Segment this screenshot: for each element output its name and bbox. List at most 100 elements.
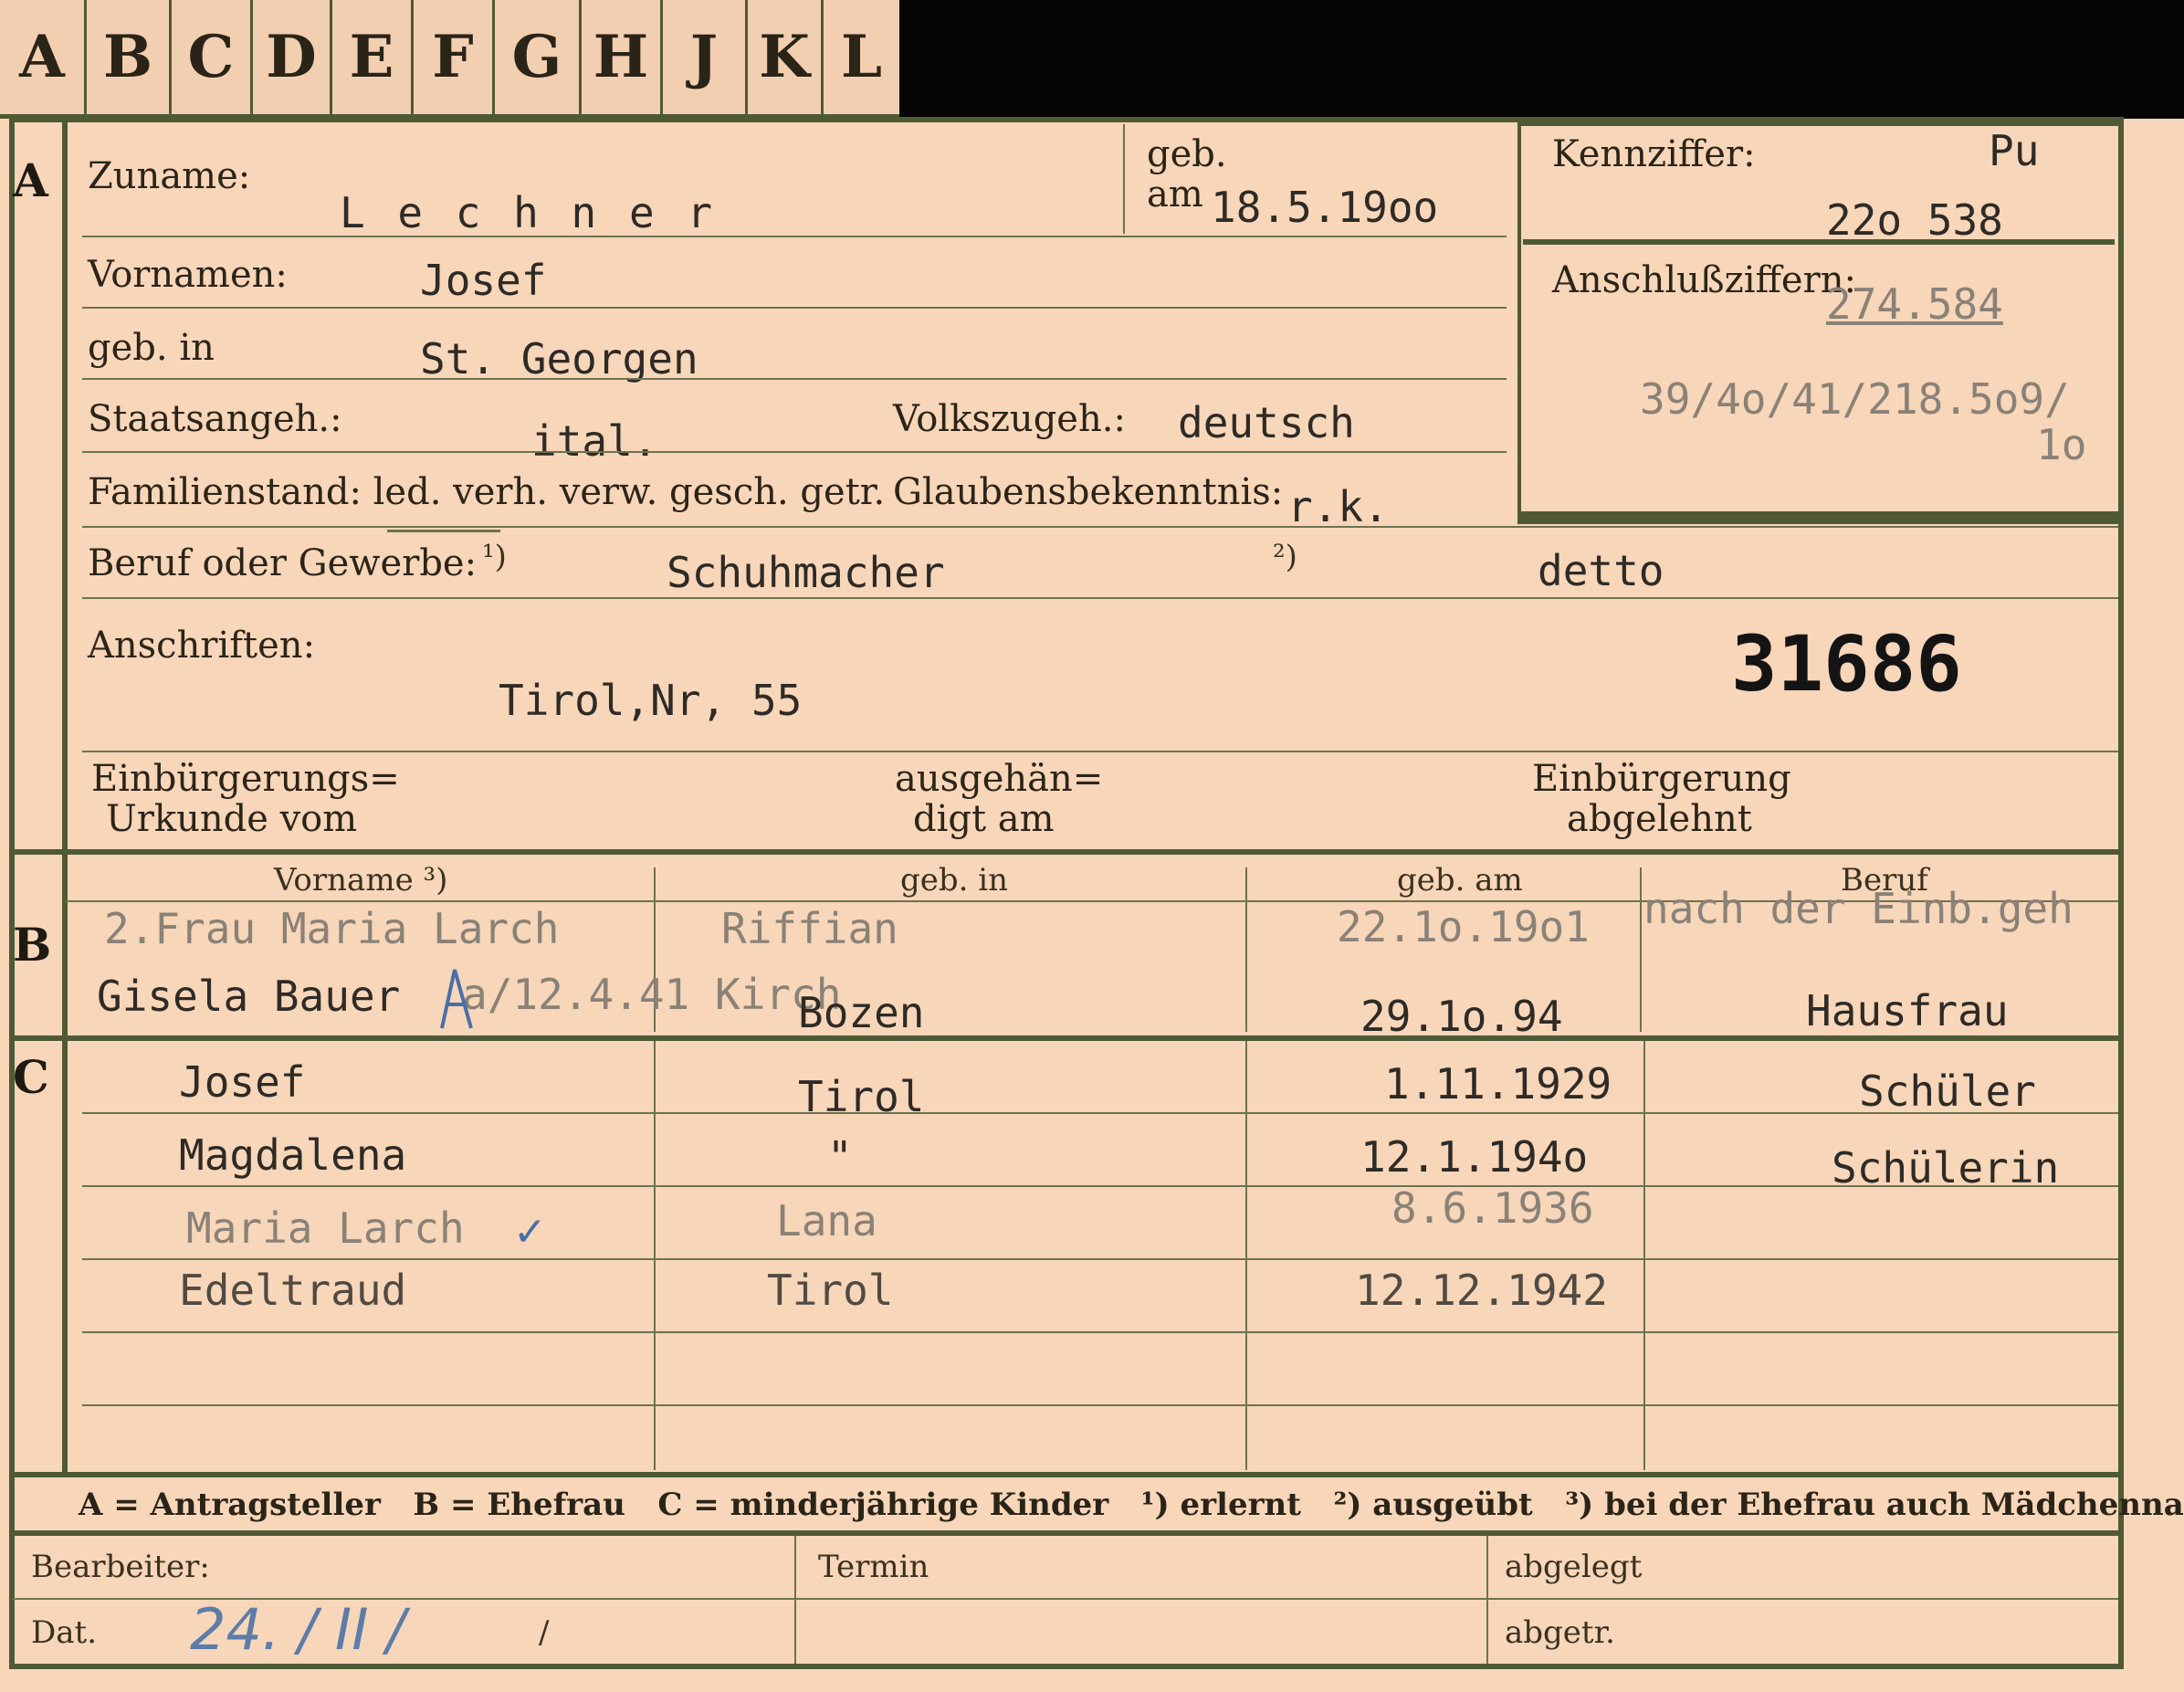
child-1-name: Josef xyxy=(179,1057,306,1107)
marital-status-underline xyxy=(387,530,500,532)
blue-tick-icon: ✓ xyxy=(513,1209,547,1256)
index-tabs: A B C D E F G H J K L xyxy=(0,0,899,119)
children-rule-2 xyxy=(82,1185,2118,1187)
occupation-label: Beruf oder Gewerbe: xyxy=(88,542,478,584)
spouse-2-birth-date: 29.1o.94 xyxy=(1360,992,1563,1041)
kennziffer-number: 22o 538 xyxy=(1826,195,2003,245)
kennziffer-code: Pu xyxy=(1989,126,2040,175)
child-4-birth-place: Tirol xyxy=(767,1266,894,1315)
legend-text: A = Antragsteller B = Ehefrau C = minder… xyxy=(79,1487,2184,1523)
tab-k[interactable]: K xyxy=(748,0,824,114)
surname-label: Zuname: xyxy=(88,155,251,197)
col-header-first-name: Vorname ³) xyxy=(274,862,448,899)
birth-date-value: 18.5.19oo xyxy=(1211,183,1439,232)
tab-d[interactable]: D xyxy=(253,0,332,114)
spouse-2-name: Gisela Bauer xyxy=(97,972,401,1021)
spouse-2-occupation: Hausfrau xyxy=(1806,986,2009,1035)
tab-h[interactable]: H xyxy=(582,0,663,114)
anschluss-value-1: 274.584 xyxy=(1826,279,2003,329)
spouse-2-overtype: a/12.4.41 Kirch xyxy=(462,970,842,1019)
spouse-1-birth-place: Riffian xyxy=(721,904,898,953)
naturalization-denied-label-2: abgelehnt xyxy=(1567,798,1752,840)
footnote-1-mark: ¹) xyxy=(482,539,507,575)
section-a-label: A xyxy=(13,153,48,207)
frame-right xyxy=(2118,117,2124,1669)
child-4-birth-date: 12.12.1942 xyxy=(1355,1266,1608,1315)
section-b-top-rule xyxy=(9,849,2120,855)
naturalization-denied-label-1: Einbürgerung xyxy=(1532,758,1791,800)
child-1-occupation: Schüler xyxy=(1859,1067,2036,1116)
section-c-label: C xyxy=(13,1050,49,1104)
tab-f[interactable]: F xyxy=(414,0,495,114)
section-column-divider xyxy=(62,117,68,1477)
blue-check-mark-icon xyxy=(438,964,475,1030)
naturalization-cert-label-2: Urkunde vom xyxy=(106,798,358,840)
footer-divider-2 xyxy=(1486,1536,1488,1664)
footer-divider-1 xyxy=(794,1536,796,1664)
child-4-name: Edeltraud xyxy=(179,1266,407,1315)
child-1-birth-place: Tirol xyxy=(798,1072,925,1121)
legend-bottom-rule xyxy=(9,1530,2120,1536)
anschluss-label: Anschlußziffern: xyxy=(1552,259,1856,301)
anschluss-value-2: 39/4o/41/218.5o9/ xyxy=(1640,374,2070,424)
birth-place-value: St. Georgen xyxy=(420,334,698,384)
child-1-birth-date: 1.11.1929 xyxy=(1384,1059,1612,1109)
child-3-birth-date: 8.6.1936 xyxy=(1391,1183,1594,1233)
child-3-name: Maria Larch xyxy=(186,1203,465,1253)
surname-value: L e c h n e r xyxy=(340,188,717,237)
first-names-label: Vornamen: xyxy=(88,254,288,296)
tab-a[interactable]: A xyxy=(0,0,87,114)
spouse-col-divider-2 xyxy=(1245,867,1247,1032)
children-rule-4 xyxy=(82,1331,2118,1333)
footnote-2-mark: ²) xyxy=(1273,539,1297,575)
spouse-2-birth-place: Bozen xyxy=(798,988,925,1037)
spouse-1-occupation: nach der Einb.geh xyxy=(1643,884,2074,933)
child-2-name: Magdalena xyxy=(179,1130,407,1180)
child-2-birth-date: 12.1.194o xyxy=(1360,1132,1589,1182)
rule-row1 xyxy=(82,236,1507,237)
citizenship-label: Staatsangeh.: xyxy=(88,398,342,440)
religion-label: Glaubensbekenntnis: xyxy=(893,471,1284,513)
col-header-birth-date: geb. am xyxy=(1397,862,1523,899)
child-2-occupation: Schülerin xyxy=(1832,1143,2060,1193)
tab-b[interactable]: B xyxy=(87,0,172,114)
child-2-birth-place: " xyxy=(827,1132,853,1182)
child-3-birth-place: Lana xyxy=(776,1196,877,1245)
handed-out-label-1: ausgehän= xyxy=(895,758,1104,800)
children-rule-1 xyxy=(82,1112,2118,1114)
spouse-1-birth-date: 22.1o.19o1 xyxy=(1337,902,1590,951)
first-names-value: Josef xyxy=(420,256,547,305)
deadline-label: Termin xyxy=(818,1549,929,1585)
section-c-top-rule xyxy=(9,1035,2120,1041)
birth-place-label: geb. in xyxy=(88,327,215,369)
rule-row6 xyxy=(82,597,2118,599)
frame-bottom xyxy=(9,1664,2124,1669)
separated-label: abgetr. xyxy=(1505,1614,1615,1651)
processor-label: Bearbeiter: xyxy=(31,1549,210,1585)
tab-j[interactable]: J xyxy=(663,0,748,114)
children-rule-5 xyxy=(82,1404,2118,1406)
kennziffer-rule xyxy=(1523,239,2115,245)
religion-value: r.k. xyxy=(1287,482,1389,531)
anschluss-value-3: 1o xyxy=(2036,420,2087,469)
col-header-birth-place: geb. in xyxy=(900,862,1009,899)
occupation-learned-value: Schuhmacher xyxy=(667,548,945,597)
tab-l[interactable]: L xyxy=(824,0,899,114)
ethnicity-value: deutsch xyxy=(1178,398,1355,447)
address-label: Anschriften: xyxy=(88,625,316,667)
rule-row4 xyxy=(82,451,1507,453)
birth-divider xyxy=(1123,124,1125,234)
birth-geb-label: geb. xyxy=(1147,133,1227,175)
tab-e[interactable]: E xyxy=(332,0,414,114)
date-label: Dat. xyxy=(31,1614,98,1651)
frame-left xyxy=(9,117,15,1669)
rule-row5 xyxy=(82,526,2118,528)
handwritten-date: 24. / II / xyxy=(190,1596,406,1663)
tab-c[interactable]: C xyxy=(172,0,253,114)
kennziffer-label: Kennziffer: xyxy=(1552,133,1756,175)
occupation-practiced-value: detto xyxy=(1538,546,1664,595)
file-number-stamp: 31686 xyxy=(1731,619,1962,709)
scan-background-bar xyxy=(899,0,2184,119)
filed-label: abgelegt xyxy=(1505,1549,1643,1585)
tab-g[interactable]: G xyxy=(495,0,582,114)
